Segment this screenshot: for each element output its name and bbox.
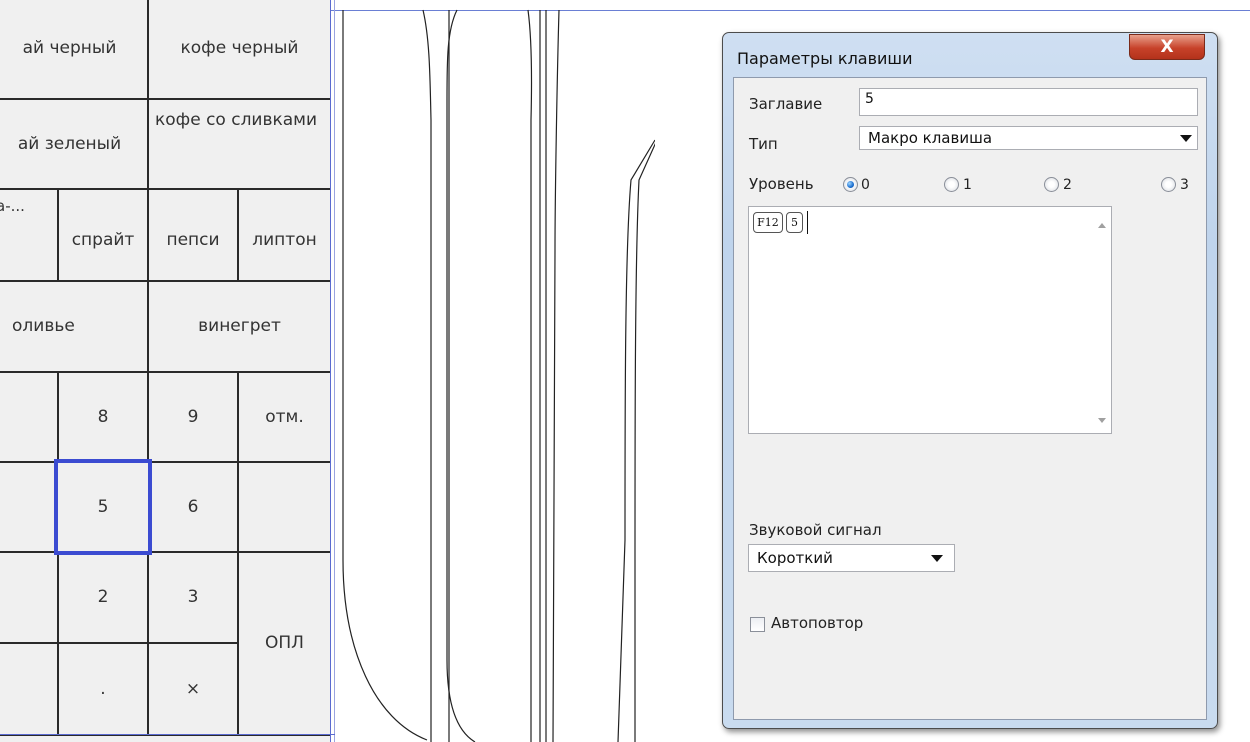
curve-mid: [446, 9, 476, 742]
key-dot[interactable]: .: [57, 642, 149, 736]
sound-label: Звуковой сигнал: [749, 521, 882, 539]
key-vinegret[interactable]: винегрет: [147, 280, 330, 373]
macro-chip-5[interactable]: 5: [786, 212, 803, 233]
key-chai-cherny[interactable]: ай черный: [0, 0, 149, 100]
level-radio-2[interactable]: [1044, 177, 1059, 192]
key-sprait[interactable]: спрайт: [57, 188, 149, 282]
key-5-selected[interactable]: 5: [54, 459, 152, 555]
autorepeat-checkbox[interactable]: [750, 617, 765, 632]
level-radio-2-label: 2: [1063, 177, 1072, 193]
key-2[interactable]: 2: [57, 551, 149, 644]
curve-right-d: [617, 139, 655, 742]
scroll-down-icon[interactable]: [1098, 418, 1106, 423]
key-x[interactable]: ×: [147, 642, 239, 736]
key-parameters-dialog: Параметры клавиши X Заглавие 5 Тип Макро…: [722, 32, 1218, 729]
sound-select-value: Короткий: [757, 549, 833, 567]
key-olivie[interactable]: оливье: [0, 280, 149, 373]
dialog-client-area: Заглавие 5 Тип Макро клавиша Уровень 0 1…: [733, 77, 1207, 720]
key-8[interactable]: 8: [57, 371, 149, 463]
caption-input[interactable]: 5: [859, 88, 1198, 116]
autorepeat-label: Автоповтор: [771, 614, 864, 632]
level-radio-3[interactable]: [1161, 177, 1176, 192]
dialog-title: Параметры клавиши: [737, 49, 913, 68]
curve-left-inner: [422, 9, 432, 742]
layout-bottom-border: [0, 734, 335, 735]
curve-left-outer: [342, 10, 428, 741]
scroll-up-icon[interactable]: [1098, 223, 1106, 228]
key-kofe-cherny[interactable]: кофе черный: [147, 0, 330, 100]
key-3[interactable]: 3: [147, 551, 239, 644]
key-koka-kola[interactable]: а-...: [0, 188, 59, 282]
macro-chip-f12[interactable]: F12: [753, 212, 783, 233]
curve-right-c: [552, 9, 560, 742]
level-radio-1[interactable]: [944, 177, 959, 192]
level-radio-1-label: 1: [963, 177, 972, 193]
key-opl[interactable]: ОПЛ: [237, 551, 330, 736]
text-cursor: [807, 211, 808, 234]
key-lipton[interactable]: липтон: [237, 188, 330, 282]
key-4[interactable]: 4: [0, 461, 59, 553]
curve-mid-right: [527, 9, 533, 742]
close-button[interactable]: X: [1129, 34, 1205, 60]
key-1[interactable]: 1: [0, 551, 59, 644]
type-label: Тип: [749, 135, 778, 153]
key-empty[interactable]: [237, 461, 330, 553]
key-pepsi[interactable]: пепси: [147, 188, 239, 282]
level-radio-3-label: 3: [1180, 177, 1189, 193]
type-select[interactable]: Макро клавиша: [859, 126, 1198, 150]
key-otm[interactable]: отм.: [237, 371, 330, 463]
type-select-value: Макро клавиша: [868, 129, 993, 147]
key-6[interactable]: 6: [147, 461, 239, 553]
keyboard-layout: ай черный кофе черный ай зеленый кофе со…: [0, 0, 330, 742]
level-radio-0[interactable]: [843, 177, 858, 192]
scrollbar[interactable]: [1094, 207, 1111, 433]
chevron-down-icon: [931, 555, 943, 562]
caption-label: Заглавие: [749, 95, 823, 113]
macro-editor[interactable]: F12 5: [748, 206, 1112, 434]
curve-right-e: [634, 142, 655, 742]
key-chai-zeleny[interactable]: ай зеленый: [0, 98, 149, 190]
key-9[interactable]: 9: [147, 371, 239, 463]
key-0[interactable]: 0: [0, 642, 59, 736]
outline-curves: [342, 9, 655, 742]
sound-select[interactable]: Короткий: [748, 544, 955, 572]
chevron-down-icon: [1180, 135, 1192, 142]
close-icon: X: [1160, 37, 1174, 57]
key-kofe-so-slivkami[interactable]: кофе со сливками: [147, 98, 330, 190]
level-radio-0-label: 0: [861, 177, 870, 193]
key-7[interactable]: 7: [0, 371, 59, 463]
level-label: Уровень: [749, 175, 814, 193]
